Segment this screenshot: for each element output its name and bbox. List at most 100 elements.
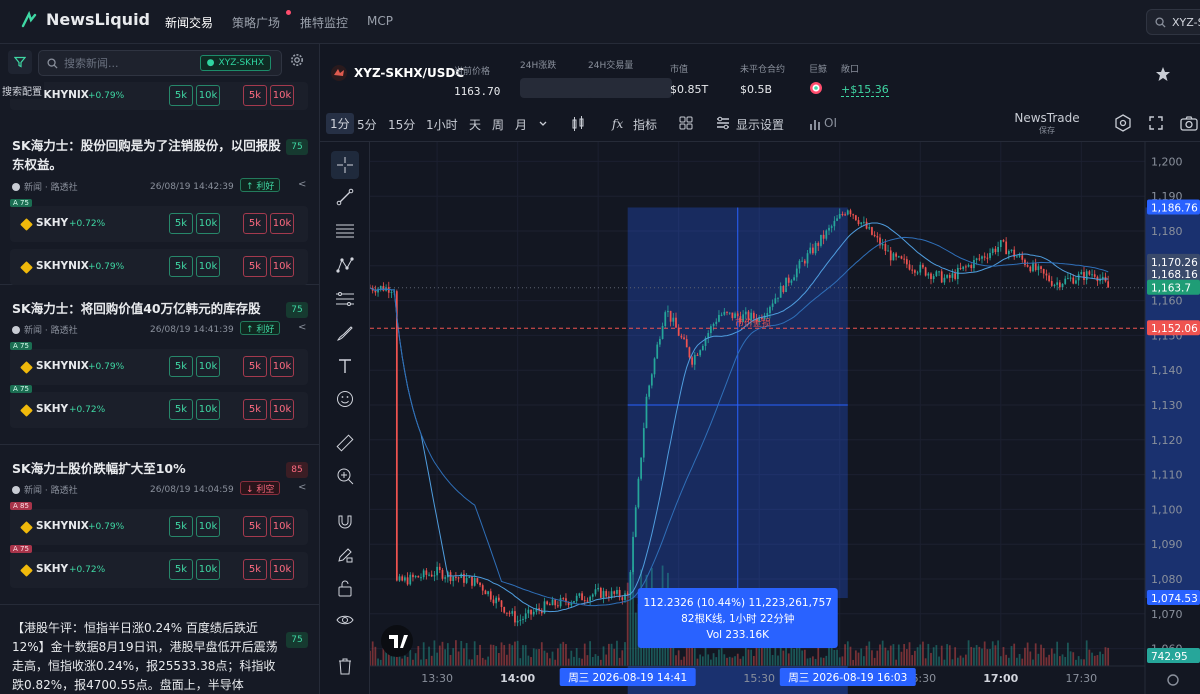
sell-5k-button[interactable]: 5k: [243, 559, 267, 580]
sell-10k-button[interactable]: 10k: [270, 213, 294, 234]
ticker-row[interactable]: A 75 SKHY +0.72% 5k 10k 5k 10k: [10, 545, 308, 588]
trendline-tool[interactable]: [331, 183, 359, 211]
sell-5k-button[interactable]: 5k: [243, 213, 267, 234]
share-icon[interactable]: <: [298, 482, 306, 493]
ticker-row[interactable]: SKHYNIX +0.79% 5k 10k 5k 10k: [10, 82, 308, 110]
sell-5k-button[interactable]: 5k: [243, 85, 267, 106]
logo[interactable]: NewsLiquid: [20, 10, 150, 29]
sell-10k-button[interactable]: 10k: [270, 85, 294, 106]
buy-5k-button[interactable]: 5k: [169, 85, 193, 106]
news-search-input[interactable]: [64, 56, 204, 70]
timeframe-1h[interactable]: 1小时: [426, 116, 458, 133]
news-item[interactable]: 75 【港股午评：恒指半日涨0.24% 百度绩后跌近12%】金十数据8月19日讯…: [0, 605, 319, 694]
ticker-row[interactable]: A 75 SKHY +0.72% 5k 10k 5k 10k: [10, 199, 308, 242]
buy-10k-button[interactable]: 10k: [196, 559, 220, 580]
news-item[interactable]: SK海力士：将回购价值40万亿韩元的库存股 75 新闻 · 路透社 26/08/1…: [0, 285, 319, 445]
buy-5k-button[interactable]: 5k: [169, 256, 193, 277]
timeframe-month[interactable]: 月: [515, 116, 527, 133]
stat-whale[interactable]: 巨鲸: [809, 62, 827, 98]
buy-5k-button[interactable]: 5k: [169, 559, 193, 580]
buy-10k-button[interactable]: 10k: [196, 213, 220, 234]
timeframe-1m[interactable]: 1分: [326, 113, 354, 134]
display-settings-button[interactable]: 显示设置: [736, 116, 784, 133]
buy-10k-button[interactable]: 10k: [196, 356, 220, 377]
nav-strategy-square[interactable]: 策略广场: [232, 14, 280, 31]
horizontal-lines-tool[interactable]: [331, 217, 359, 245]
zoom-tool[interactable]: [331, 462, 359, 490]
buy-5k-button[interactable]: 5k: [169, 356, 193, 377]
nav-twitter-monitor[interactable]: 推特监控: [300, 14, 348, 31]
ticker-row[interactable]: A 75 SKHY +0.72% 5k 10k 5k 10k: [10, 385, 308, 428]
fib-tool[interactable]: [331, 285, 359, 313]
indicators-button[interactable]: 指标: [633, 116, 657, 133]
layout-grid-icon[interactable]: [678, 115, 694, 131]
ruler-tool[interactable]: [331, 429, 359, 457]
symbol-search-input[interactable]: XYZ-S: [1146, 9, 1200, 35]
sell-5k-button[interactable]: 5k: [243, 516, 267, 537]
share-icon[interactable]: <: [298, 179, 306, 190]
settings-button[interactable]: [290, 53, 304, 70]
sell-5k-button[interactable]: 5k: [243, 256, 267, 277]
symbol-filter-tag[interactable]: ● XYZ-SKHX: [199, 55, 271, 71]
crosshair-tool[interactable]: [331, 151, 359, 179]
buy-10k-button[interactable]: 10k: [196, 399, 220, 420]
hexagon-settings-icon[interactable]: [1114, 114, 1132, 132]
buy-5k-button[interactable]: 5k: [169, 399, 193, 420]
candle-body: [868, 227, 871, 229]
ticker-name: SKHYNIX: [36, 520, 89, 532]
fx-indicator-icon[interactable]: fx: [611, 115, 627, 133]
sell-10k-button[interactable]: 10k: [270, 399, 294, 420]
lock-drawings-pencil-tool[interactable]: [331, 541, 359, 569]
sell-5k-button[interactable]: 5k: [243, 399, 267, 420]
candle-body: [989, 252, 991, 259]
candle-body: [675, 317, 677, 328]
share-icon[interactable]: <: [298, 322, 306, 333]
sell-10k-button[interactable]: 10k: [270, 256, 294, 277]
timeframe-week[interactable]: 周: [492, 116, 504, 133]
camera-icon[interactable]: [1180, 114, 1198, 132]
ticker-row[interactable]: SKHYNIX +0.79% 5k 10k 5k 10k: [10, 249, 308, 285]
nav-mcp[interactable]: MCP: [367, 14, 393, 28]
fib-icon: [336, 292, 354, 306]
timeframe-5m[interactable]: 5分: [357, 116, 377, 133]
open-interest-toggle[interactable]: OI: [824, 116, 837, 130]
favorite-star-icon[interactable]: [1155, 66, 1171, 82]
buy-10k-button[interactable]: 10k: [196, 85, 220, 106]
brush-tool[interactable]: [331, 319, 359, 347]
visibility-tool[interactable]: [331, 606, 359, 634]
buy-10k-button[interactable]: 10k: [196, 516, 220, 537]
emoji-tool[interactable]: [331, 385, 359, 413]
delete-tool[interactable]: [331, 652, 359, 680]
sell-10k-button[interactable]: 10k: [270, 516, 294, 537]
buy-5k-button[interactable]: 5k: [169, 213, 193, 234]
stat-exposure[interactable]: 敞口 +$15.36: [841, 62, 889, 97]
sell-10k-button[interactable]: 10k: [270, 356, 294, 377]
pattern-tool[interactable]: [331, 251, 359, 279]
magnet-tool[interactable]: [331, 508, 359, 536]
buy-10k-button[interactable]: 10k: [196, 256, 220, 277]
buy-5k-button[interactable]: 5k: [169, 516, 193, 537]
candle-body: [720, 314, 723, 316]
news-item[interactable]: SK海力士股价跌幅扩大至10% 85 新闻 · 路透社 26/08/19 14:0…: [0, 445, 319, 605]
sell-10k-button[interactable]: 10k: [270, 559, 294, 580]
layout-save-button[interactable]: NewsTrade 保存: [1006, 111, 1088, 136]
volume-bar: [999, 656, 1002, 666]
lock-tool[interactable]: [331, 574, 359, 602]
candle-type-icon[interactable]: [570, 115, 586, 133]
timeframe-15m[interactable]: 15分: [388, 116, 415, 133]
ticker-row[interactable]: A 75 SKHYNIX +0.79% 5k 10k 5k 10k: [10, 342, 308, 385]
chevron-down-icon[interactable]: [538, 119, 548, 129]
text-tool[interactable]: [331, 352, 359, 380]
news-item[interactable]: SK海力士：股份回购是为了注销股份，以回报股东权益。 75 新闻 · 路透社 26…: [0, 122, 319, 285]
candle-body: [865, 221, 868, 229]
symbol-selector[interactable]: XYZ-SKHX/USDC: [330, 64, 464, 82]
ticker-row[interactable]: A 85 SKHYNIX +0.79% 5k 10k 5k 10k: [10, 502, 308, 545]
nav-news-trading[interactable]: 新闻交易: [165, 14, 213, 31]
volume-bar: [916, 647, 919, 666]
filter-button[interactable]: [8, 50, 32, 74]
fullscreen-icon[interactable]: [1148, 115, 1164, 131]
candle-body: [1002, 240, 1005, 242]
timeframe-day[interactable]: 天: [469, 116, 481, 133]
price-chart[interactable]: 市价止损1,0601,0701,0801,0901,1001,1101,1201…: [370, 142, 1200, 694]
sell-5k-button[interactable]: 5k: [243, 356, 267, 377]
